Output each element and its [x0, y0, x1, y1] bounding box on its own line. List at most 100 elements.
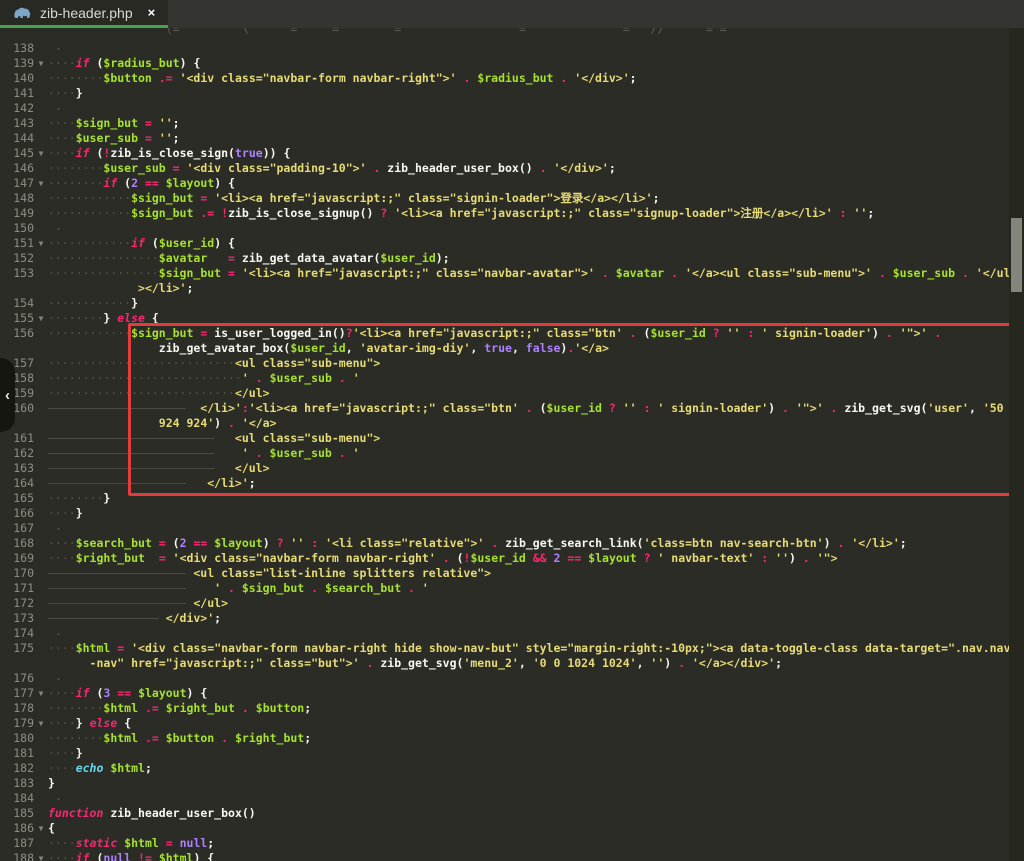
code-line[interactable]: 154············} — [0, 296, 1024, 311]
code-line[interactable]: 184 - — [0, 791, 1024, 806]
tab-whitespace-line — [159, 461, 187, 476]
scrollbar-track[interactable] — [1009, 28, 1024, 861]
code-line[interactable]: 164 </li>'; — [0, 476, 1024, 491]
code-line[interactable]: 143····$sign_but = ''; — [0, 116, 1024, 131]
line-number: 172 — [0, 596, 34, 611]
code-line[interactable]: 139▼····if ($radius_but) { — [0, 56, 1024, 71]
code-line[interactable]: 153················$sign_but = '<li><a h… — [0, 266, 1024, 281]
tab-whitespace-line — [103, 581, 131, 596]
tab-whitespace-line — [159, 446, 187, 461]
fold-arrow-icon[interactable]: ▼ — [35, 716, 47, 731]
line-number: 166 — [0, 506, 34, 521]
code-line[interactable]: 175····$html = '<div class="navbar-form … — [0, 641, 1024, 656]
code-line[interactable]: 155▼········} else { — [0, 311, 1024, 326]
fold-arrow-icon[interactable]: ▼ — [35, 146, 47, 161]
code-line[interactable]: 145▼····if (!zib_is_close_sign(true)) { — [0, 146, 1024, 161]
line-number: 168 — [0, 536, 34, 551]
code-line[interactable]: 138 - — [0, 41, 1024, 56]
fold-arrow-icon[interactable]: ▼ — [35, 686, 47, 701]
code-line[interactable]: 166····} — [0, 506, 1024, 521]
code-line[interactable]: 140········$button .= '<div class="navba… — [0, 71, 1024, 86]
panel-collapse-handle[interactable]: ‹ — [0, 358, 15, 432]
code-line[interactable]: 146········$user_sub = '<div class="padd… — [0, 161, 1024, 176]
code-line[interactable]: 159···························</ul> — [0, 386, 1024, 401]
line-number: 151 — [0, 236, 34, 251]
fold-arrow-icon[interactable]: ▼ — [35, 821, 47, 836]
code-line[interactable]: 160 </li>':'<li><a href="javascript:;" c… — [0, 401, 1024, 416]
fold-arrow-icon[interactable]: ▼ — [35, 311, 47, 326]
line-number: 186 — [0, 821, 34, 836]
tab-whitespace-line — [103, 431, 131, 446]
code-line[interactable]: 188▼····if (null != $html) { — [0, 851, 1024, 861]
code-line[interactable]: 181····} — [0, 746, 1024, 761]
code-line[interactable]: 147▼········if (2 == $layout) { — [0, 176, 1024, 191]
tab-zib-header-php[interactable]: zib-header.php × — [0, 0, 168, 28]
line-number: 188 — [0, 851, 34, 861]
code-line[interactable]: 148············$sign_but = '<li><a href=… — [0, 191, 1024, 206]
line-number: 147 — [0, 176, 34, 191]
fold-arrow-icon[interactable]: ▼ — [35, 176, 47, 191]
code-line[interactable]: 141····} — [0, 86, 1024, 101]
code-text: ············} — [48, 296, 138, 310]
tab-whitespace-line — [48, 431, 76, 446]
fold-arrow-icon[interactable]: ▼ — [35, 236, 47, 251]
code-line[interactable]: 187····static $html = null; — [0, 836, 1024, 851]
code-line[interactable]: 183} — [0, 776, 1024, 791]
code-line[interactable]: 173 </div>'; — [0, 611, 1024, 626]
code-line[interactable]: 144····$user_sub = ''; — [0, 131, 1024, 146]
code-line[interactable]: 170 <ul class="list-inline splitters rel… — [0, 566, 1024, 581]
code-line[interactable]: 182····echo $html; — [0, 761, 1024, 776]
code-line[interactable]: 162 ' . $user_sub . ' — [0, 446, 1024, 461]
code-text: ····$right_but = '<div class="navbar-for… — [48, 551, 838, 565]
tab-whitespace-line — [48, 446, 76, 461]
code-line[interactable]: zib_get_avatar_box($user_id, 'avatar-img… — [0, 341, 1024, 356]
code-line[interactable]: 179▼····} else { — [0, 716, 1024, 731]
code-line[interactable]: 149············$sign_but .= !zib_is_clos… — [0, 206, 1024, 221]
code-text: 924 924') . '</a> — [48, 416, 277, 430]
code-line[interactable]: 168····$search_but = (2 == $layout) ? ''… — [0, 536, 1024, 551]
fold-arrow-icon[interactable]: ▼ — [35, 56, 47, 71]
code-text: ····$sign_but = ''; — [48, 116, 180, 130]
code-line[interactable]: 172 </ul> — [0, 596, 1024, 611]
code-line[interactable]: 924 924') . '</a> — [0, 416, 1024, 431]
code-line[interactable]: ></li>'; — [0, 281, 1024, 296]
code-line[interactable]: 165········} — [0, 491, 1024, 506]
tab-whitespace-line — [131, 581, 159, 596]
code-line[interactable]: 163 </ul> — [0, 461, 1024, 476]
code-line[interactable]: 157···························<ul class=… — [0, 356, 1024, 371]
tab-close-icon[interactable]: × — [148, 5, 156, 20]
code-line[interactable]: 156············$sign_but = is_user_logge… — [0, 326, 1024, 341]
code-line[interactable]: '' (= \ = = = ' ' = ' ' = // = = — [0, 28, 1024, 41]
scrollbar-thumb[interactable] — [1011, 218, 1022, 292]
code-line[interactable]: 152················$avatar = zib_get_dat… — [0, 251, 1024, 266]
line-number: 164 — [0, 476, 34, 491]
code-line[interactable]: 142 - — [0, 101, 1024, 116]
code-line[interactable]: 167 - — [0, 521, 1024, 536]
code-line[interactable]: 158····························' . $user… — [0, 371, 1024, 386]
code-line[interactable]: -nav" href="javascript:;" class="but">' … — [0, 656, 1024, 671]
code-text: - — [48, 221, 62, 235]
code-line[interactable]: 150 - — [0, 221, 1024, 236]
code-line[interactable]: 186▼{ — [0, 821, 1024, 836]
code-line[interactable]: 176 - — [0, 671, 1024, 686]
line-number: 182 — [0, 761, 34, 776]
code-line[interactable]: 169····$right_but = '<div class="navbar-… — [0, 551, 1024, 566]
code-text: { — [48, 821, 55, 835]
tab-whitespace-line — [48, 611, 76, 626]
code-text: </li>':'<li><a href="javascript:;" class… — [48, 401, 1017, 415]
tab-whitespace-line — [76, 596, 104, 611]
code-line[interactable]: 151▼············if ($user_id) { — [0, 236, 1024, 251]
line-number: 138 — [0, 41, 34, 56]
code-line[interactable]: 171 ' . $sign_but . $search_but . ' — [0, 581, 1024, 596]
line-number: 181 — [0, 746, 34, 761]
code-line[interactable]: 185function zib_header_user_box() — [0, 806, 1024, 821]
code-line[interactable]: 174 - — [0, 626, 1024, 641]
tab-whitespace-line — [48, 461, 76, 476]
code-text: </div>'; — [48, 611, 221, 625]
fold-arrow-icon[interactable]: ▼ — [35, 851, 47, 861]
line-number: 146 — [0, 161, 34, 176]
code-line[interactable]: 178········$html .= $right_but . $button… — [0, 701, 1024, 716]
code-line[interactable]: 180········$html .= $button . $right_but… — [0, 731, 1024, 746]
code-line[interactable]: 177▼····if (3 == $layout) { — [0, 686, 1024, 701]
code-line[interactable]: 161 <ul class="sub-menu"> — [0, 431, 1024, 446]
